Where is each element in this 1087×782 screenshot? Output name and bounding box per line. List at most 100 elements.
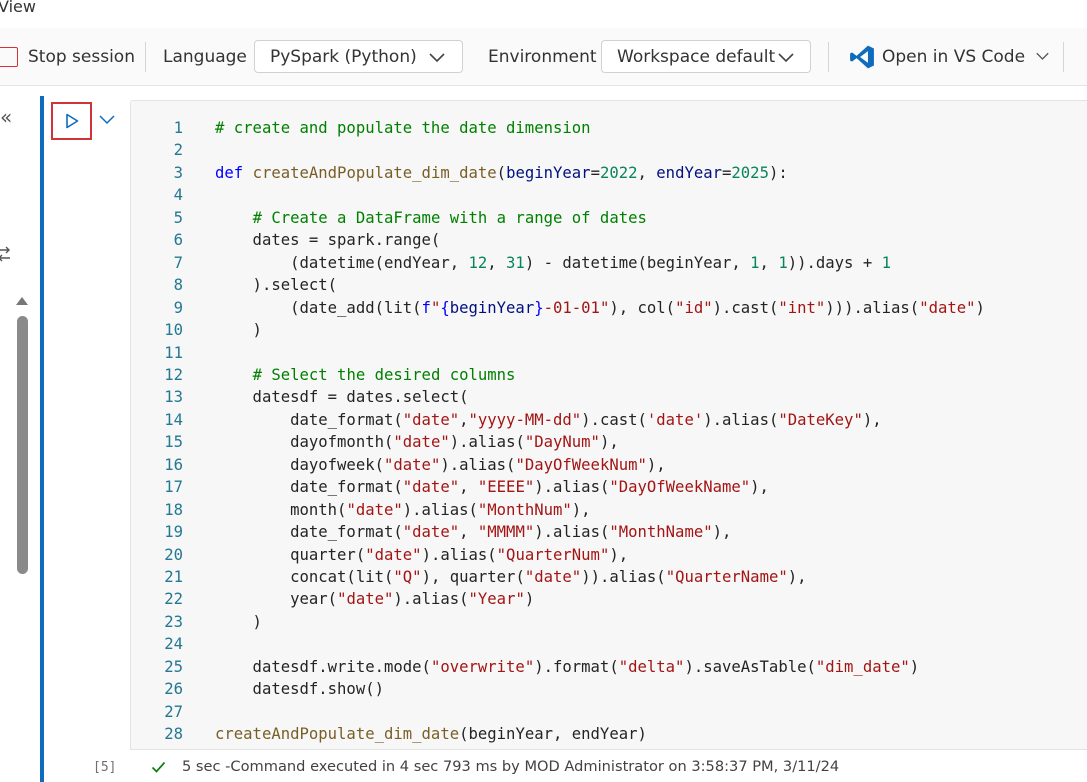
code-line[interactable]: 7 (datetime(endYear, 12, 31) - datetime(… bbox=[130, 252, 1087, 275]
code-text: datesdf.write.mode("overwrite").format("… bbox=[215, 657, 920, 676]
code-line[interactable]: 12 # Select the desired columns bbox=[130, 364, 1087, 387]
code-text: # Select the desired columns bbox=[252, 365, 516, 384]
toolbar-divider bbox=[828, 42, 829, 72]
open-vscode-button[interactable]: Open in VS Code bbox=[849, 28, 1025, 86]
swap-icon[interactable] bbox=[0, 244, 12, 264]
code-line[interactable]: 13 datesdf = dates.select( bbox=[130, 386, 1087, 409]
line-number: 1 bbox=[173, 119, 183, 137]
toolbar-divider bbox=[1063, 42, 1064, 72]
code-line[interactable]: 27 bbox=[130, 701, 1087, 724]
code-line[interactable]: 16 dayofweek("date").alias("DayOfWeekNum… bbox=[130, 454, 1087, 477]
line-number: 5 bbox=[173, 208, 183, 227]
line-number: 20 bbox=[164, 545, 183, 564]
code-line[interactable]: 18 month("date").alias("MonthNum"), bbox=[130, 499, 1087, 522]
code-text: datesdf.show() bbox=[215, 680, 384, 699]
notebook-toolbar: Stop session Language PySpark (Python) E… bbox=[0, 28, 1087, 86]
code-line[interactable]: 9 (date_add(lit(f"{beginYear}-01-01"), c… bbox=[130, 297, 1087, 320]
line-number: 26 bbox=[164, 680, 183, 699]
code-line[interactable]: 10 ) bbox=[130, 319, 1087, 342]
line-number: 25 bbox=[164, 657, 183, 676]
code-text: date_format("date", "MMMM").alias("Month… bbox=[215, 523, 732, 542]
code-text: dayofmonth("date").alias("DayNum"), bbox=[215, 433, 619, 452]
code-text: # Create a DataFrame with a range of dat… bbox=[252, 208, 647, 227]
line-number: 12 bbox=[164, 365, 183, 384]
code-line[interactable]: 26 datesdf.show() bbox=[130, 678, 1087, 701]
code-text: ).select( bbox=[215, 276, 338, 295]
code-text: createAndPopulate_dim_date(beginYear, en… bbox=[215, 725, 647, 744]
code-text: def createAndPopulate_dim_date(beginYear… bbox=[215, 163, 788, 182]
toolbar-divider bbox=[145, 42, 146, 72]
execution-count: [5] bbox=[93, 760, 117, 775]
code-line[interactable]: 3 def createAndPopulate_dim_date(beginYea… bbox=[130, 162, 1087, 185]
code-text: dayofweek("date").alias("DayOfWeekNum"), bbox=[215, 455, 666, 474]
code-line[interactable]: 23 ) bbox=[130, 611, 1087, 634]
line-number: 15 bbox=[164, 433, 183, 452]
code-text: concat(lit("Q"), quarter("date")).alias(… bbox=[215, 568, 807, 586]
code-text: datesdf = dates.select( bbox=[215, 388, 469, 407]
code-text: date_format("date", "EEEE").alias("DayOf… bbox=[215, 478, 769, 497]
line-number: 6 bbox=[173, 231, 183, 250]
code-line[interactable]: 22 year("date").alias("Year") bbox=[130, 588, 1087, 611]
code-text: month("date").alias("MonthNum"), bbox=[215, 500, 591, 519]
code-text: quarter("date").alias("QuarterNum"), bbox=[215, 545, 629, 564]
language-dropdown[interactable]: PySpark (Python) bbox=[254, 40, 463, 73]
vscode-icon bbox=[850, 45, 874, 69]
line-number: 27 bbox=[164, 702, 183, 721]
stop-session-button[interactable]: Stop session bbox=[28, 28, 135, 86]
code-line[interactable]: 20 quarter("date").alias("QuarterNum"), bbox=[130, 544, 1087, 567]
code-line[interactable]: 25 datesdf.write.mode("overwrite").forma… bbox=[130, 656, 1087, 679]
code-line[interactable]: 28 createAndPopulate_dim_date(beginYear, … bbox=[130, 723, 1087, 746]
code-line[interactable]: 5 # Create a DataFrame with a range of d… bbox=[130, 207, 1087, 230]
code-line[interactable]: 2 bbox=[130, 139, 1087, 162]
success-check-icon bbox=[151, 761, 166, 773]
code-text: (datetime(endYear, 12, 31) - datetime(be… bbox=[215, 253, 891, 272]
environment-value: Workspace default bbox=[617, 46, 776, 67]
scroll-up-arrow[interactable] bbox=[16, 297, 28, 305]
play-icon bbox=[65, 113, 78, 129]
line-number: 17 bbox=[164, 478, 183, 497]
line-number: 14 bbox=[164, 410, 183, 429]
code-line[interactable]: 6 dates = spark.range( bbox=[130, 229, 1087, 252]
code-line[interactable]: 15 dayofmonth("date").alias("DayNum"), bbox=[130, 431, 1087, 454]
code-line[interactable]: 21 concat(lit("Q"), quarter("date")).ali… bbox=[130, 566, 1087, 589]
code-text: ) bbox=[215, 321, 262, 340]
scrollbar-thumb[interactable] bbox=[17, 316, 28, 574]
line-number: 18 bbox=[164, 500, 183, 519]
code-line[interactable]: 24 bbox=[130, 633, 1087, 656]
environment-dropdown[interactable]: Workspace default bbox=[601, 40, 811, 73]
menu-view[interactable]: View bbox=[0, 0, 36, 16]
collapse-panel-icon[interactable]: « bbox=[0, 107, 12, 127]
line-number: 13 bbox=[164, 388, 183, 407]
stop-session-icon[interactable] bbox=[0, 47, 18, 67]
code-line[interactable]: 4 bbox=[130, 184, 1087, 207]
menu-bar: View bbox=[0, 0, 1087, 26]
environment-label: Environment bbox=[488, 47, 597, 67]
code-line[interactable]: 19 date_format("date", "MMMM").alias("Mo… bbox=[130, 521, 1087, 544]
code-line[interactable]: 1 # create and populate the date dimensio… bbox=[130, 117, 1087, 140]
line-number: 21 bbox=[164, 568, 183, 586]
code-text: year("date").alias("Year") bbox=[215, 590, 535, 609]
code-line[interactable]: 8 ).select( bbox=[130, 274, 1087, 297]
line-number: 23 bbox=[164, 612, 183, 631]
line-number: 11 bbox=[164, 343, 183, 362]
line-number: 28 bbox=[164, 725, 183, 744]
code-text: (date_add(lit(f"{beginYear}-01-01"), col… bbox=[215, 298, 985, 317]
run-cell-button[interactable] bbox=[51, 102, 92, 140]
code-line[interactable]: 17 date_format("date", "EEEE").alias("Da… bbox=[130, 476, 1087, 499]
line-number: 8 bbox=[173, 276, 183, 295]
line-number: 9 bbox=[173, 298, 183, 317]
line-number: 7 bbox=[173, 253, 183, 272]
chevron-down-icon[interactable] bbox=[1036, 52, 1049, 61]
code-line[interactable]: 11 bbox=[130, 342, 1087, 365]
cell-options-chevron-icon[interactable] bbox=[99, 115, 115, 125]
stop-session-label: Stop session bbox=[28, 47, 135, 67]
code-text: date_format("date","yyyy-MM-dd").cast('d… bbox=[215, 410, 882, 429]
line-number: 3 bbox=[173, 163, 183, 182]
code-text: # create and populate the date dimension bbox=[215, 119, 591, 137]
line-number: 24 bbox=[164, 635, 183, 654]
cell-status-text: 5 sec -Command executed in 4 sec 793 ms … bbox=[182, 758, 840, 775]
code-text: dates = spark.range( bbox=[215, 231, 441, 250]
code-line[interactable]: 14 date_format("date","yyyy-MM-dd").cast… bbox=[130, 409, 1087, 432]
chevron-down-icon bbox=[429, 53, 445, 63]
language-label: Language bbox=[163, 47, 247, 67]
